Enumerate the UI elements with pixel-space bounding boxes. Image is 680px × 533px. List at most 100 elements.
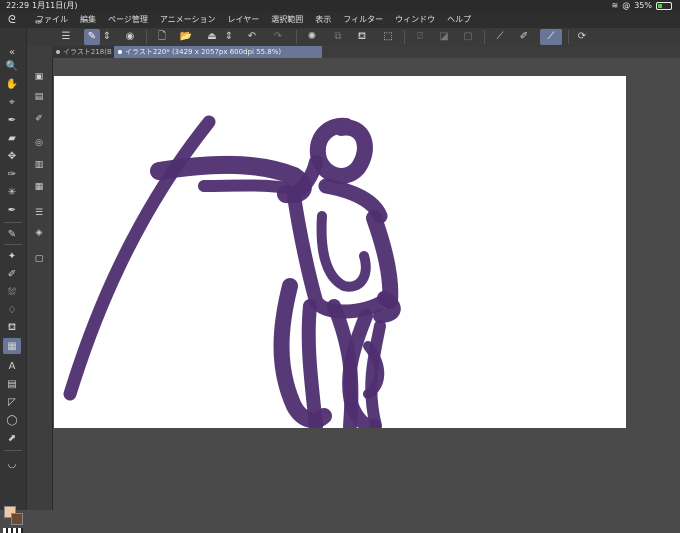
- new-file-icon[interactable]: 🗋: [154, 29, 170, 45]
- app-logo-icon[interactable]: ᘓ: [8, 14, 22, 26]
- battery-icon: [656, 2, 672, 10]
- layer-settings-icon[interactable]: ▤: [31, 90, 47, 104]
- tab-document-1[interactable]: イラスト218(B: [52, 46, 114, 58]
- zoom-icon[interactable]: 🔍: [3, 58, 21, 74]
- stroke-torso-right: [366, 210, 399, 309]
- menu-selection[interactable]: 選択範囲: [271, 12, 303, 28]
- menu-help[interactable]: ヘルプ: [447, 12, 471, 28]
- sub-palette: ✏ ▣ ▤ ✐ ◎ ▥ ▦ ☰ ◈ ▢: [27, 18, 53, 510]
- sub-color-swatch[interactable]: [11, 513, 23, 525]
- text-icon[interactable]: A: [3, 358, 21, 374]
- layer-property-icon[interactable]: ▣: [31, 70, 47, 84]
- color-set-icon[interactable]: ▥: [31, 158, 47, 172]
- status-indicators: ≋ @ 35%: [612, 0, 672, 12]
- special-ruler-icon[interactable]: ✐: [516, 29, 532, 45]
- hamburger-menu-icon[interactable]: ☰: [58, 29, 74, 45]
- eyedropper-icon[interactable]: ✒: [3, 112, 21, 128]
- sparkle-icon[interactable]: ✦: [3, 248, 21, 264]
- chevron-updown-icon[interactable]: ⇕: [102, 29, 112, 45]
- frame-icon[interactable]: ▤: [3, 376, 21, 392]
- ruler-snap-icon[interactable]: ⟋: [492, 29, 508, 45]
- companion-mode-icon[interactable]: ⟳: [574, 29, 590, 45]
- hand-icon[interactable]: ✋: [3, 76, 21, 92]
- menu-filter[interactable]: フィルター: [343, 12, 383, 28]
- tab-label: イラスト218(B: [63, 48, 112, 56]
- color-slider-icon[interactable]: ▦: [31, 180, 47, 194]
- status-date: 1月11日(月): [32, 1, 78, 10]
- selection-border-icon[interactable]: ▢: [460, 29, 476, 45]
- fill-bucket-icon[interactable]: ⛾: [354, 29, 370, 45]
- material-icon[interactable]: ▢: [31, 252, 47, 266]
- view-icon[interactable]: ◉: [122, 29, 138, 45]
- fountain-pen-icon[interactable]: ✒: [3, 202, 21, 218]
- stroke-head: [309, 117, 373, 184]
- move-layer-icon[interactable]: ✥: [3, 148, 21, 164]
- tool-divider: [4, 222, 22, 223]
- tool-divider: [4, 244, 22, 245]
- menu-layer[interactable]: レイヤー: [228, 12, 260, 28]
- toolbar-divider: [296, 30, 297, 44]
- command-bar: « ☰ ✎ ⇕ ◉ 🗋 📂 ⏏ ⇕ ↶ ↷ ✺ ⧉ ⛾ ⬚ ⍁ ◪ ▢ ⟋ ✐ …: [0, 28, 680, 47]
- menu-window[interactable]: ウィンドウ: [395, 12, 435, 28]
- menu-bar: ᘓ ファイル 編集 ページ管理 アニメーション レイヤー 選択範囲 表示 フィル…: [0, 12, 680, 28]
- brush-setting-icon[interactable]: ✐: [31, 112, 47, 126]
- correct-line-icon[interactable]: ⬈: [3, 430, 21, 446]
- tab-dot-icon: [118, 50, 122, 54]
- status-bar: 22:29 1月11日(月) ≋ @ 35%: [0, 0, 680, 12]
- menu-edit[interactable]: 編集: [80, 12, 96, 28]
- location-icon: @: [622, 1, 631, 10]
- toolbar-divider: [568, 30, 569, 44]
- brush-size-icon[interactable]: ✏: [31, 16, 47, 30]
- quick-access-icon[interactable]: ✎: [84, 29, 100, 45]
- stroke-torso-inner: [316, 211, 371, 292]
- drawing-canvas[interactable]: [54, 76, 626, 428]
- transparent-color-toggle[interactable]: [3, 528, 23, 533]
- upload-icon[interactable]: ⏏: [204, 29, 220, 45]
- toolbar-divider: [484, 30, 485, 44]
- tab-dot-icon: [56, 50, 60, 54]
- grid-snap-icon[interactable]: ⟋: [540, 29, 562, 45]
- tab-label: イラスト220* (3429 x 2057px 600dpi 55.8%): [125, 48, 282, 56]
- battery-fill: [658, 4, 662, 8]
- brush-icon[interactable]: ✐: [3, 266, 21, 282]
- blend-icon[interactable]: ♢: [3, 302, 21, 318]
- color-circle-icon[interactable]: ◎: [31, 136, 47, 150]
- tab-document-2[interactable]: イラスト220* (3429 x 2057px 600dpi 55.8%): [114, 46, 322, 58]
- battery-percent: 35%: [634, 1, 652, 10]
- ruler-icon[interactable]: ◸: [3, 394, 21, 410]
- pencil-icon[interactable]: ✎: [3, 226, 21, 242]
- stroke-leg-mid: [301, 299, 323, 428]
- menu-animation[interactable]: アニメーション: [160, 12, 216, 28]
- fill-icon[interactable]: ⛾: [3, 320, 21, 336]
- eraser-icon[interactable]: ▰: [3, 130, 21, 146]
- copy-layer-icon[interactable]: ⧉: [330, 29, 346, 45]
- canvas-area[interactable]: [53, 58, 680, 510]
- balloon-icon[interactable]: ◯: [3, 412, 21, 428]
- transform-icon[interactable]: ⬚: [380, 29, 396, 45]
- chevron-updown-icon[interactable]: ⇕: [224, 29, 234, 45]
- menu-view[interactable]: 表示: [315, 12, 331, 28]
- open-folder-icon[interactable]: 📂: [178, 29, 194, 45]
- pen-icon[interactable]: ✑: [3, 166, 21, 182]
- stroke-arm-lower: [198, 179, 292, 194]
- gradient-icon[interactable]: ▦: [3, 338, 21, 354]
- tool-divider: [4, 450, 22, 451]
- menu-page[interactable]: ページ管理: [108, 12, 148, 28]
- tool-palette: « 🔍 ✋ ⌖ ✒ ▰ ✥ ✑ ✳ ✒ ✎ ✦ ✐ ⛆ ♢ ⛾ ▦ A ▤ ◸ …: [0, 28, 27, 533]
- toolbar-divider: [404, 30, 405, 44]
- toolbar-divider: [146, 30, 147, 44]
- invert-selection-icon[interactable]: ◪: [436, 29, 452, 45]
- airbrush-icon[interactable]: ⛆: [3, 284, 21, 300]
- magic-wand-icon[interactable]: ✳: [3, 184, 21, 200]
- document-tabs: イラスト218(B イラスト220* (3429 x 2057px 600dpi…: [52, 46, 680, 58]
- clear-selection-icon[interactable]: ⍁: [412, 29, 428, 45]
- wifi-icon: ≋: [611, 1, 619, 10]
- status-time: 22:29: [6, 1, 30, 10]
- layers-icon[interactable]: ◈: [31, 226, 47, 240]
- redo-icon[interactable]: ↷: [270, 29, 286, 45]
- undo-icon[interactable]: ↶: [244, 29, 260, 45]
- layer-stack-icon[interactable]: ☰: [31, 206, 47, 220]
- loading-spinner-icon[interactable]: ✺: [304, 29, 320, 45]
- operation-icon[interactable]: ⌖: [3, 94, 21, 110]
- curve-icon[interactable]: ◡: [3, 456, 21, 472]
